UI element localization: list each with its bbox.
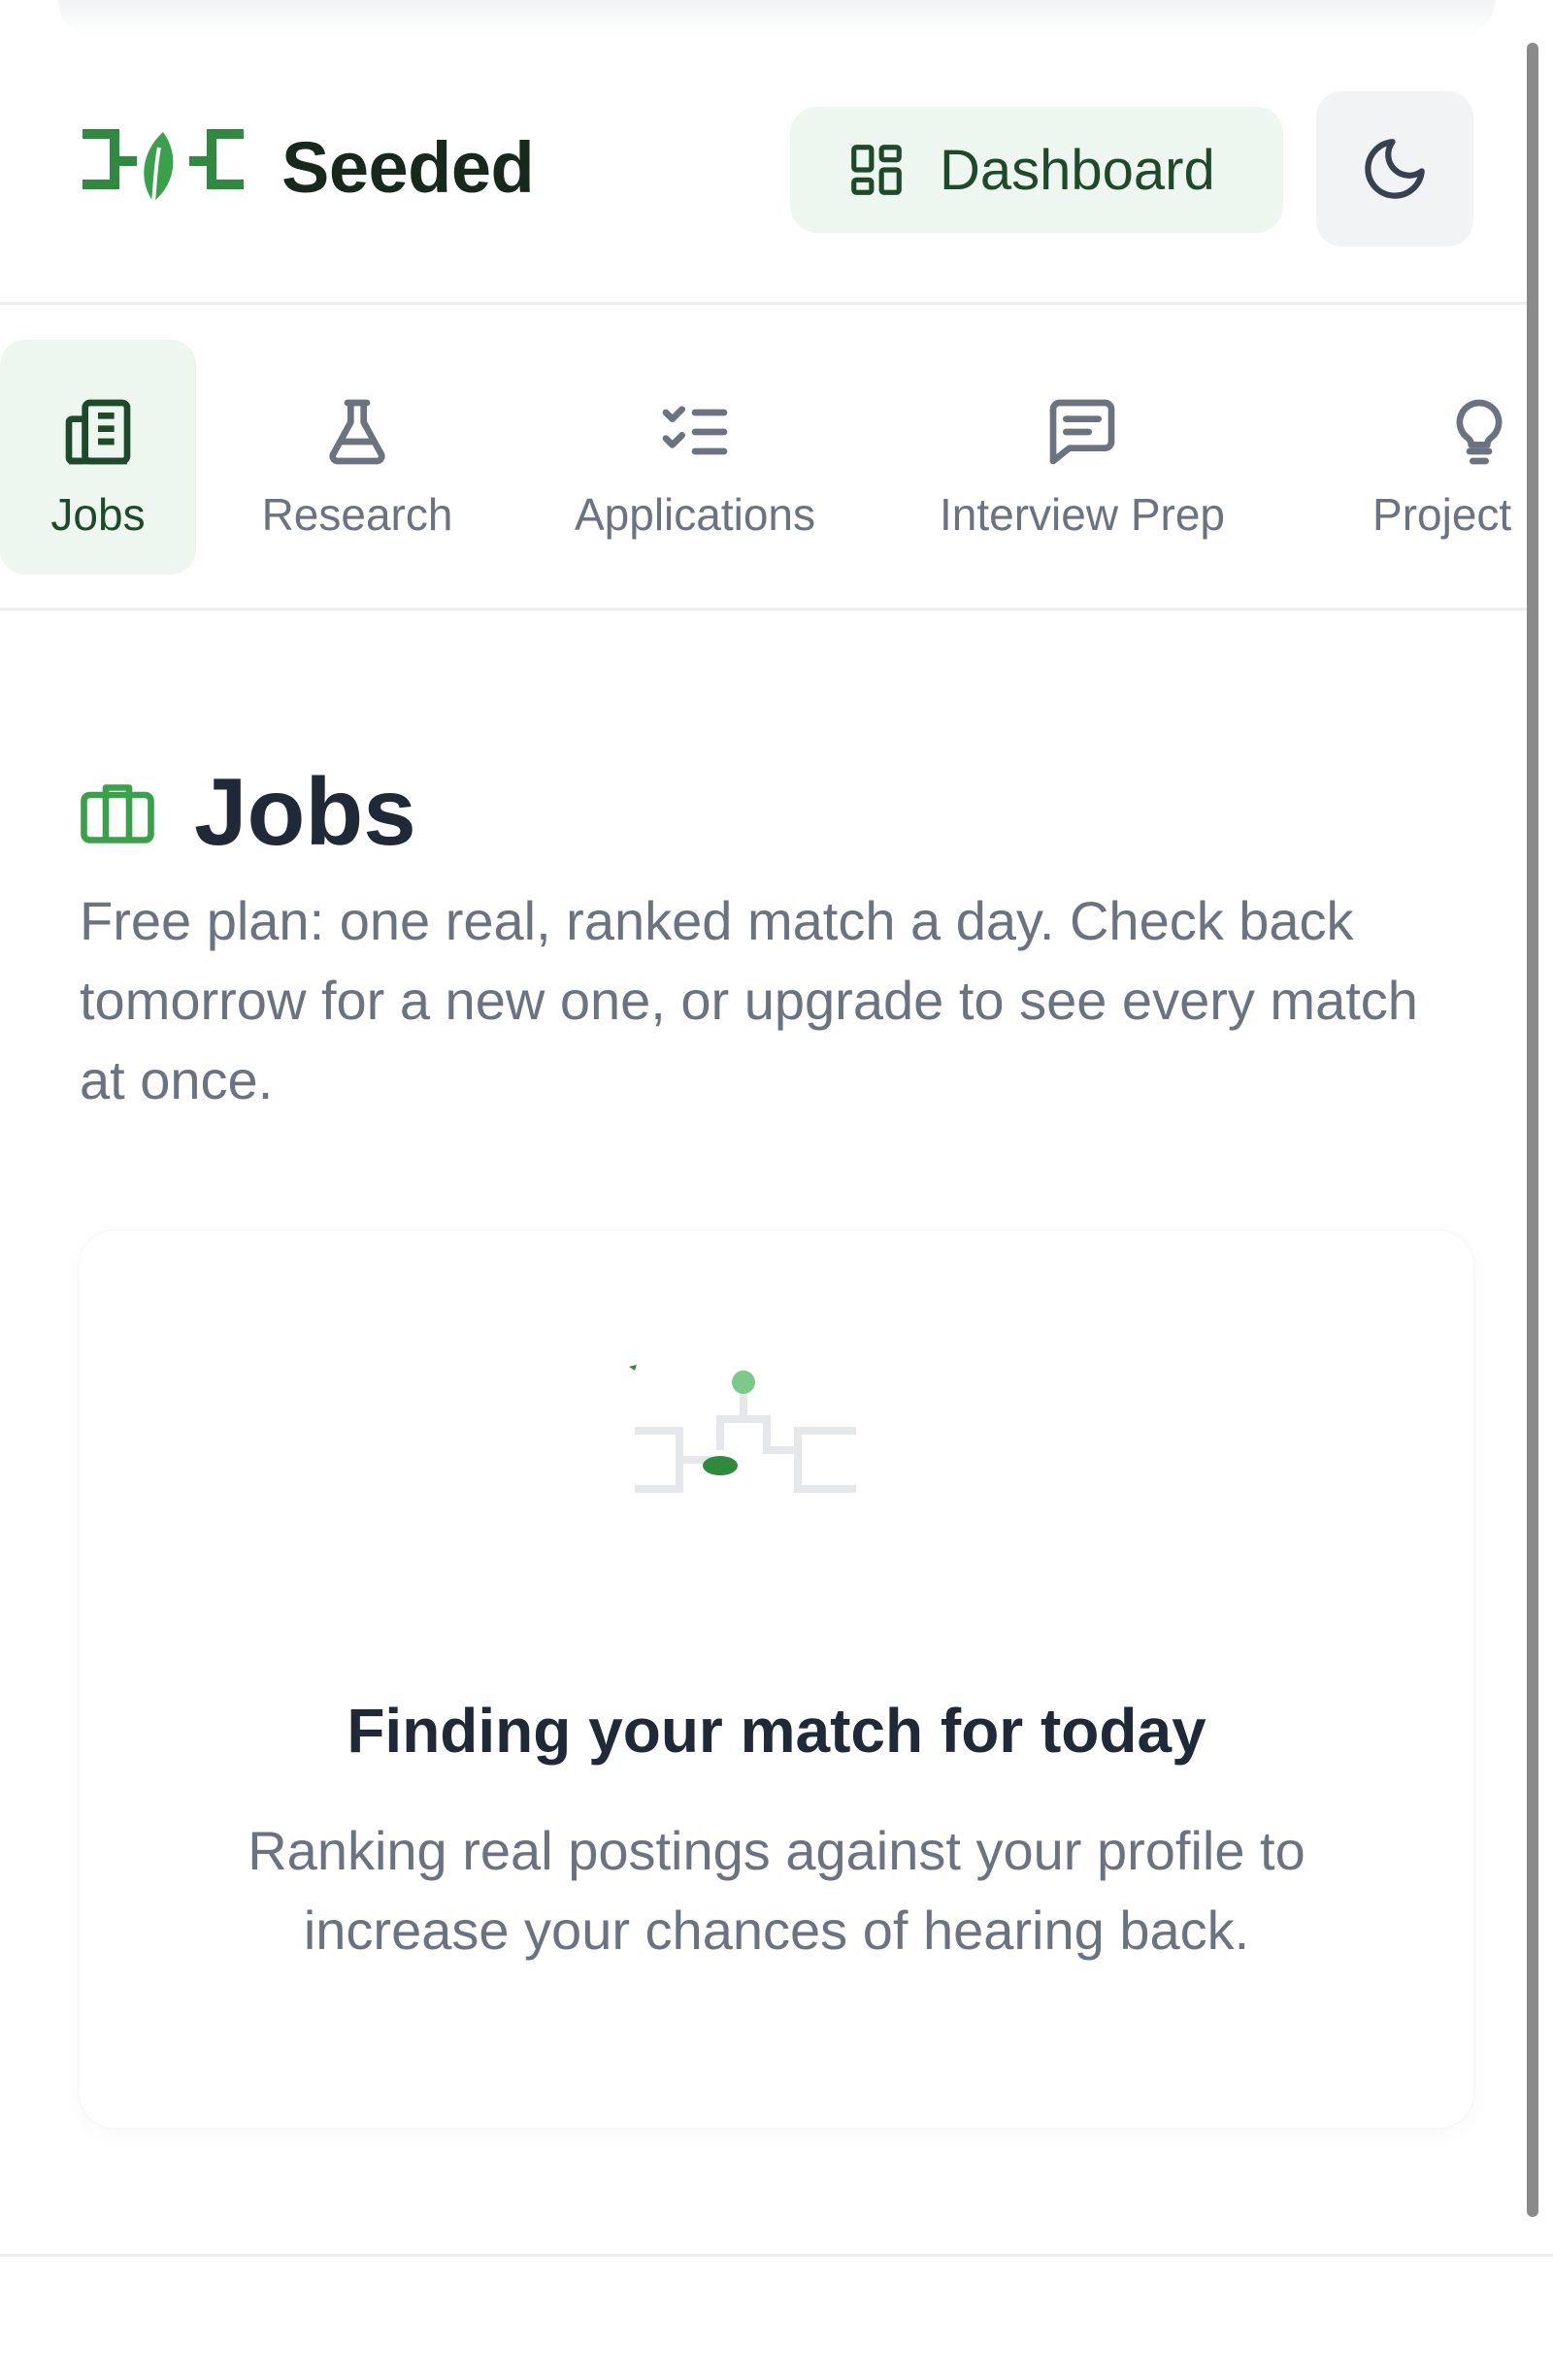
tab-project-ideas[interactable]: Project Ide: [1334, 340, 1529, 575]
plan-description: Free plan: one real, ranked match a day.…: [80, 890, 1418, 1110]
page: Seeded Dashboard Jobs Research Applicati…: [0, 0, 1553, 2380]
grid-icon: [851, 145, 902, 195]
lightbulb-icon: [1456, 399, 1503, 465]
flask-icon: [329, 399, 385, 465]
status-title: Finding your match for today: [347, 1696, 1206, 1766]
footer-divider: [0, 2254, 1553, 2257]
loading-logo-animation: [629, 1365, 856, 1493]
tab-applications[interactable]: Applications: [549, 340, 841, 575]
briefcase-icon: [81, 783, 154, 843]
page-heading: Jobs: [80, 757, 416, 867]
tab-label: Research: [261, 489, 453, 540]
tab-jobs[interactable]: Jobs: [0, 340, 196, 575]
tab-label: Interview Prep: [939, 489, 1225, 540]
message-icon: [1049, 399, 1115, 465]
theme-toggle-button[interactable]: [1316, 91, 1473, 247]
scrollbar[interactable]: [1527, 43, 1538, 2217]
building-icon: [65, 399, 131, 465]
checklist-icon: [662, 406, 728, 455]
status-description: Ranking real postings against your profi…: [248, 1820, 1305, 1961]
tab-label: Project Ide: [1372, 489, 1529, 540]
tab-label: Jobs: [50, 489, 146, 540]
match-status-card: Finding your match for today Ranking rea…: [80, 1231, 1473, 2128]
app-header: Seeded Dashboard: [0, 0, 1529, 305]
seeded-logo-icon: [83, 129, 244, 203]
brand[interactable]: Seeded: [82, 124, 535, 210]
tab-interview-prep[interactable]: Interview Prep: [924, 340, 1240, 575]
moon-icon: [1365, 139, 1425, 199]
dashboard-label: Dashboard: [940, 138, 1215, 202]
dashboard-button[interactable]: Dashboard: [790, 107, 1283, 233]
brand-name: Seeded: [281, 126, 535, 208]
tab-label: Applications: [574, 489, 816, 540]
page-title: Jobs: [194, 758, 416, 865]
tab-research[interactable]: Research: [245, 340, 470, 575]
main-nav: Jobs Research Applications Interview Pre…: [0, 308, 1529, 611]
